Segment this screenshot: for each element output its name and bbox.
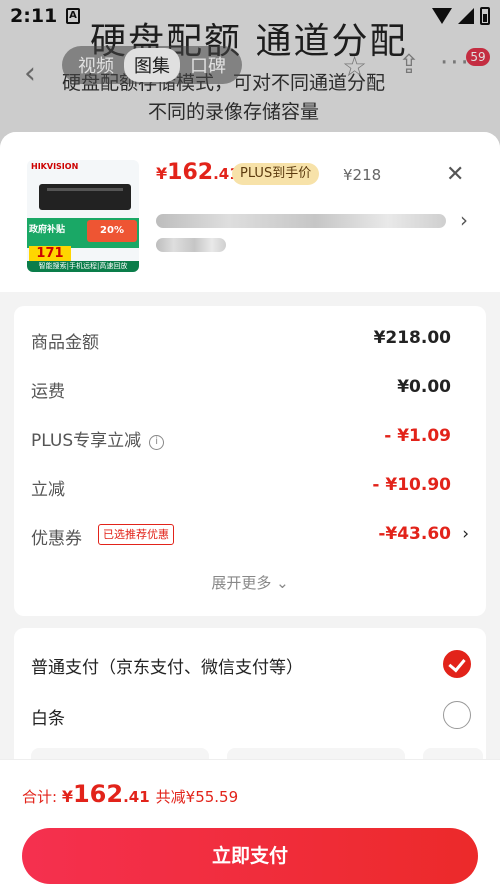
total-label: 合计: (22, 788, 62, 806)
product-title-redacted[interactable] (156, 204, 446, 252)
row-label-text: PLUS专享立减 (31, 431, 142, 451)
payment-method-standard[interactable]: 普通支付（京东支付、微信支付等） (31, 648, 471, 682)
dim-overlay (0, 0, 500, 150)
info-icon[interactable]: i (149, 435, 165, 450)
row-label: 商品金额 (31, 333, 99, 353)
expand-more-button[interactable]: 展开更多 ⌄ (14, 572, 486, 593)
row-goods-amount: 商品金额 ¥218.00 (31, 324, 469, 354)
payment-method-baitiao[interactable]: 白条 (31, 699, 471, 733)
chevron-right-icon[interactable]: › (462, 524, 469, 544)
checked-radio-icon[interactable] (443, 650, 471, 678)
total-currency: ¥ (61, 787, 73, 806)
row-shipping: 运费 ¥0.00 (31, 373, 469, 403)
plus-price-tag: PLUS到手价 (232, 163, 320, 185)
total-decimal: .41 (123, 788, 150, 806)
row-value: -¥43.60 (378, 524, 451, 544)
row-value: - ¥10.90 (372, 475, 451, 495)
total-integer: 162 (72, 780, 124, 808)
row-coupon[interactable]: 优惠券 已选推荐优惠 -¥43.60 › (31, 520, 469, 550)
price-integer: 162 (167, 160, 214, 185)
order-total: 合计: ¥162.41 共减¥55.59 (22, 780, 238, 808)
thumb-gov-subsidy: 政府补贴 (29, 225, 66, 235)
row-value: - ¥1.09 (384, 426, 451, 446)
redacted-title-line1 (156, 214, 446, 228)
close-icon[interactable]: ✕ (446, 162, 464, 187)
product-price: ¥162.41 (156, 160, 240, 185)
thumb-feature-tags: 智能搜索|手机远程|高速回放 (27, 261, 139, 272)
original-price: ¥218 (343, 166, 382, 184)
row-plus-discount: PLUS专享立减 i - ¥1.09 (31, 422, 469, 452)
row-label: 运费 (31, 382, 65, 402)
row-value: ¥218.00 (373, 328, 451, 348)
product-thumbnail[interactable]: HIKVISION 政府补贴 20% 171 智能搜索|手机远程|高速回放 (27, 160, 139, 272)
coupon-recommended-tag: 已选推荐优惠 (98, 524, 174, 545)
thumb-brand-logo: HIKVISION (31, 162, 79, 171)
row-label: 优惠券 (31, 529, 82, 549)
unchecked-radio-icon[interactable] (443, 701, 471, 729)
price-currency: ¥ (156, 164, 168, 183)
payment-method-label: 普通支付（京东支付、微信支付等） (31, 658, 303, 678)
chevron-right-icon[interactable]: › (460, 208, 468, 232)
thumb-price: 171 (29, 246, 71, 262)
row-label: 立减 (31, 480, 65, 500)
total-saved: 共减¥55.59 (155, 788, 239, 806)
nvr-device-image (39, 184, 131, 210)
thumb-discount-badge: 20% (87, 220, 137, 242)
redacted-title-line2 (156, 238, 226, 252)
pay-now-button[interactable]: 立即支付 (22, 828, 478, 884)
row-label: PLUS专享立减 i (31, 426, 165, 451)
product-header: HIKVISION 政府补贴 20% 171 智能搜索|手机远程|高速回放 ¥1… (0, 132, 500, 292)
row-instant-discount: 立减 - ¥10.90 (31, 471, 469, 501)
row-value: ¥0.00 (397, 377, 451, 397)
price-detail-card: 商品金额 ¥218.00 运费 ¥0.00 PLUS专享立减 i - ¥1.09 … (14, 306, 486, 616)
background-product-page: 硬盘配额 通道分配 硬盘配额存储模式，可对不同通道分配 不同的录像存储容量 ‹ … (0, 0, 500, 150)
payment-method-label: 白条 (31, 709, 65, 729)
checkout-bottom-bar: 合计: ¥162.41 共减¥55.59 立即支付 (0, 759, 500, 889)
